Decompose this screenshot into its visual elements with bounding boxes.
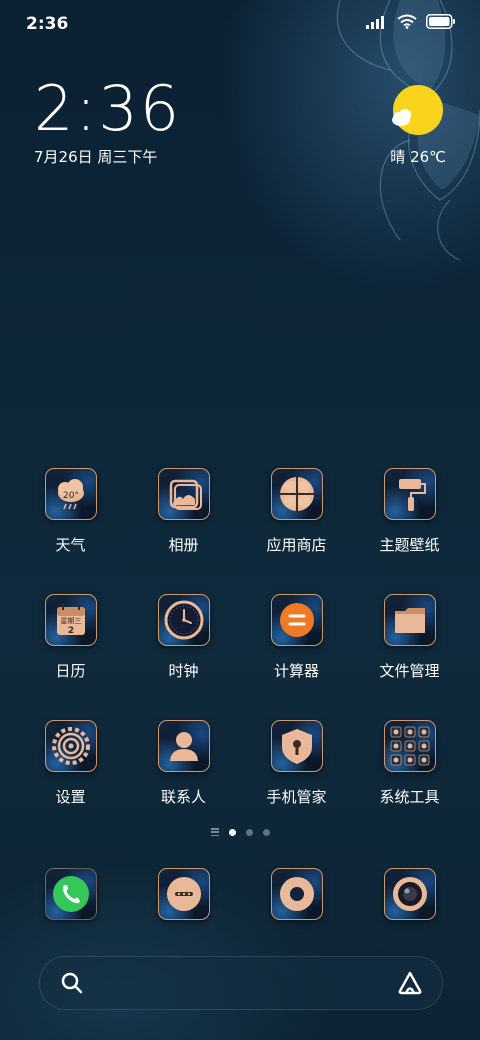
dock-browser[interactable] bbox=[240, 868, 353, 920]
app-label: 联系人 bbox=[160, 788, 206, 806]
app-themes[interactable]: 主题壁纸 bbox=[353, 468, 466, 594]
calendar-day: 2 bbox=[67, 626, 73, 636]
browser-icon bbox=[270, 868, 323, 920]
weather-text: 晴 26℃ bbox=[390, 148, 446, 166]
dock-messages[interactable] bbox=[127, 868, 240, 920]
app-label: 手机管家 bbox=[266, 788, 327, 806]
contact-icon bbox=[157, 720, 210, 772]
clock-icon bbox=[157, 594, 210, 646]
app-calculator[interactable]: 计算器 bbox=[240, 594, 353, 720]
wifi-icon bbox=[397, 14, 417, 29]
app-label: 主题壁纸 bbox=[379, 536, 440, 554]
app-store[interactable]: 应用商店 bbox=[240, 468, 353, 594]
clock-widget[interactable]: 2:36 7月26日 周三下午 bbox=[34, 78, 181, 167]
messages-icon bbox=[157, 868, 210, 920]
app-clock[interactable]: 时钟 bbox=[127, 594, 240, 720]
page-dot[interactable] bbox=[245, 828, 253, 836]
weather-icon: 20° bbox=[44, 468, 97, 520]
app-label: 应用商店 bbox=[266, 536, 327, 554]
widget-date: 7月26日 周三下午 bbox=[34, 148, 158, 166]
calendar-weekday: 星期三 bbox=[60, 617, 81, 625]
folder-icon bbox=[383, 594, 436, 646]
dock bbox=[14, 868, 466, 920]
page-dot[interactable] bbox=[262, 828, 270, 836]
app-label: 时钟 bbox=[168, 662, 199, 680]
phone-icon bbox=[44, 868, 97, 920]
sun-cloud-icon bbox=[388, 84, 444, 140]
app-store-icon bbox=[270, 468, 323, 520]
app-label: 计算器 bbox=[273, 662, 319, 680]
paint-roller-icon bbox=[383, 468, 436, 520]
gear-icon bbox=[44, 720, 97, 772]
app-weather[interactable]: 20° 天气 bbox=[14, 468, 127, 594]
security-shield-icon bbox=[270, 720, 323, 772]
widget-time: 2:36 bbox=[34, 72, 182, 145]
dock-camera[interactable] bbox=[353, 868, 466, 920]
app-label: 天气 bbox=[55, 536, 86, 554]
app-label: 相册 bbox=[168, 536, 199, 554]
page-dot-active[interactable] bbox=[228, 828, 236, 836]
calculator-icon bbox=[270, 594, 323, 646]
gallery-icon bbox=[157, 468, 210, 520]
app-calendar[interactable]: 星期三 2 日历 bbox=[14, 594, 127, 720]
battery-icon bbox=[426, 14, 455, 29]
page-indicator[interactable] bbox=[0, 828, 480, 836]
app-gallery[interactable]: 相册 bbox=[127, 468, 240, 594]
page-menu-icon[interactable] bbox=[210, 828, 219, 836]
tools-folder-icon bbox=[383, 720, 436, 772]
app-grid: 20° 天气 相册 应用商店 主题壁纸 星期三 2 日历 时钟 计算器 文件管理… bbox=[14, 468, 466, 846]
app-label: 设置 bbox=[55, 788, 86, 806]
app-files[interactable]: 文件管理 bbox=[353, 594, 466, 720]
app-label: 系统工具 bbox=[379, 788, 440, 806]
status-bar: 2:36 bbox=[0, 0, 480, 50]
camera-icon bbox=[383, 868, 436, 920]
weather-widget[interactable]: 晴 26℃ bbox=[356, 84, 446, 167]
status-time: 2:36 bbox=[26, 14, 69, 34]
weather-icon-temp: 20° bbox=[63, 491, 79, 501]
dock-phone[interactable] bbox=[14, 868, 127, 920]
signal-icon bbox=[366, 15, 384, 29]
calendar-icon: 星期三 2 bbox=[44, 594, 97, 646]
app-label: 日历 bbox=[55, 662, 86, 680]
search-bar[interactable] bbox=[39, 956, 443, 1010]
app-label: 文件管理 bbox=[379, 662, 440, 680]
assistant-icon[interactable] bbox=[396, 970, 424, 996]
search-icon bbox=[61, 972, 83, 994]
